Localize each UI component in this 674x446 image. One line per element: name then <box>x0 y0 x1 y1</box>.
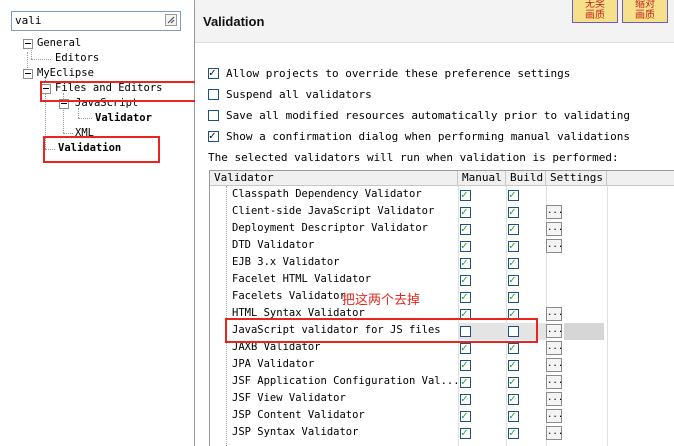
suspend-validators-label: Suspend all validators <box>226 88 372 101</box>
validator-name: JSF Application Configuration Val... <box>232 375 460 387</box>
table-row[interactable]: JSF View Validator... <box>210 391 674 408</box>
build-checkbox[interactable] <box>508 273 519 286</box>
tree-item-validator[interactable]: Validator <box>95 112 152 124</box>
settings-button[interactable]: ... <box>546 239 563 253</box>
settings-button[interactable]: ... <box>546 307 563 321</box>
confirmation-dialog-label: Show a confirmation dialog when performi… <box>226 130 630 143</box>
table-row[interactable]: Facelets Validator <box>210 289 674 306</box>
settings-button[interactable]: ... <box>546 375 563 389</box>
build-checkbox[interactable] <box>508 222 519 235</box>
settings-button[interactable]: ... <box>546 392 563 406</box>
settings-button[interactable]: ... <box>546 205 563 219</box>
build-checkbox[interactable] <box>508 256 519 269</box>
manual-checkbox[interactable] <box>460 409 471 422</box>
build-checkbox[interactable] <box>508 375 519 388</box>
manual-checkbox[interactable] <box>460 188 471 201</box>
settings-button[interactable]: ... <box>546 222 563 236</box>
manual-checkbox[interactable] <box>460 392 471 405</box>
watermark-badge-2: 缩对 画质 <box>622 0 668 23</box>
manual-checkbox[interactable] <box>460 256 471 269</box>
settings-button[interactable]: ... <box>546 358 563 372</box>
build-checkbox[interactable] <box>508 358 519 371</box>
table-row[interactable]: JSF Application Configuration Val...... <box>210 374 674 391</box>
manual-checkbox[interactable] <box>460 341 471 354</box>
table-row[interactable]: JSP Syntax Validator... <box>210 425 674 442</box>
highlight-js-validator-row <box>225 318 538 343</box>
page-title: Validation <box>203 14 265 29</box>
table-row[interactable]: Classpath Dependency Validator <box>210 187 674 204</box>
row-selection-background <box>564 323 604 340</box>
column-header-manual[interactable]: Manual <box>458 171 506 186</box>
filter-input[interactable] <box>15 13 155 28</box>
manual-checkbox[interactable] <box>460 290 471 303</box>
build-checkbox[interactable] <box>508 239 519 252</box>
manual-checkbox[interactable] <box>460 205 471 218</box>
build-checkbox[interactable] <box>508 188 519 201</box>
validator-name: JSP Syntax Validator <box>232 426 359 438</box>
manual-checkbox[interactable] <box>460 239 471 252</box>
tree-item-myeclipse[interactable]: MyEclipse <box>37 67 94 79</box>
collapse-myeclipse-icon[interactable] <box>23 69 33 79</box>
settings-button[interactable]: ... <box>546 426 563 440</box>
validators-table: Validator Manual Build Settings Classpat… <box>209 170 674 446</box>
collapse-general-icon[interactable] <box>23 39 33 49</box>
column-header-settings[interactable]: Settings <box>546 171 607 186</box>
build-checkbox[interactable] <box>508 392 519 405</box>
preference-page: Validation 无奖 画质 缩对 画质 Allow projects to… <box>195 0 674 446</box>
build-checkbox[interactable] <box>508 409 519 422</box>
preferences-tree-pane: General Editors MyEclipse Files and Edit… <box>0 0 208 446</box>
validator-name: Classpath Dependency Validator <box>232 188 422 200</box>
validator-name: Facelet HTML Validator <box>232 273 372 285</box>
table-row[interactable]: JSP Content Validator... <box>210 408 674 425</box>
validators-note: The selected validators will run when va… <box>208 151 619 164</box>
column-header-build[interactable]: Build <box>506 171 546 186</box>
validator-name: JPA Validator <box>232 358 315 370</box>
validator-name: JSP Content Validator <box>232 409 365 421</box>
settings-button[interactable]: ... <box>546 324 563 338</box>
build-checkbox[interactable] <box>508 290 519 303</box>
settings-button[interactable]: ... <box>546 409 563 423</box>
manual-checkbox[interactable] <box>460 426 471 439</box>
annotation-text: 把这两个去掉 <box>342 293 421 308</box>
allow-override-label: Allow projects to override these prefere… <box>226 67 571 80</box>
confirmation-dialog-checkbox[interactable] <box>208 129 219 142</box>
save-modified-label: Save all modified resources automaticall… <box>226 109 630 122</box>
filter-field[interactable] <box>11 11 181 31</box>
suspend-validators-checkbox[interactable] <box>208 89 219 100</box>
validator-name: Deployment Descriptor Validator <box>232 222 428 234</box>
table-row[interactable]: Client-side JavaScript Validator... <box>210 204 674 221</box>
allow-override-checkbox[interactable] <box>208 66 219 79</box>
validator-name: Client-side JavaScript Validator <box>232 205 435 217</box>
manual-checkbox[interactable] <box>460 273 471 286</box>
table-row[interactable]: JPA Validator... <box>210 357 674 374</box>
column-header-filler <box>607 171 674 186</box>
build-checkbox[interactable] <box>508 341 519 354</box>
manual-checkbox[interactable] <box>460 375 471 388</box>
tree-item-editors[interactable]: Editors <box>55 52 99 64</box>
tree-item-general[interactable]: General <box>37 37 81 49</box>
manual-checkbox[interactable] <box>460 222 471 235</box>
manual-checkbox[interactable] <box>460 358 471 371</box>
validator-name: Facelets Validator <box>232 290 346 302</box>
highlight-validation <box>43 136 160 163</box>
validator-name: EJB 3.x Validator <box>232 256 340 268</box>
settings-button[interactable]: ... <box>546 341 563 355</box>
build-checkbox[interactable] <box>508 426 519 439</box>
column-header-validator[interactable]: Validator <box>210 171 458 186</box>
validator-name: JSF View Validator <box>232 392 346 404</box>
table-row[interactable]: Facelet HTML Validator <box>210 272 674 289</box>
clear-filter-icon[interactable] <box>165 14 177 26</box>
highlight-files-and-editors <box>40 81 208 102</box>
table-row[interactable]: Deployment Descriptor Validator... <box>210 221 674 238</box>
validator-name: DTD Validator <box>232 239 315 251</box>
build-checkbox[interactable] <box>508 205 519 218</box>
watermark-badge-1: 无奖 画质 <box>572 0 618 23</box>
table-row[interactable]: EJB 3.x Validator <box>210 255 674 272</box>
save-modified-checkbox[interactable] <box>208 110 219 121</box>
table-row[interactable]: DTD Validator... <box>210 238 674 255</box>
